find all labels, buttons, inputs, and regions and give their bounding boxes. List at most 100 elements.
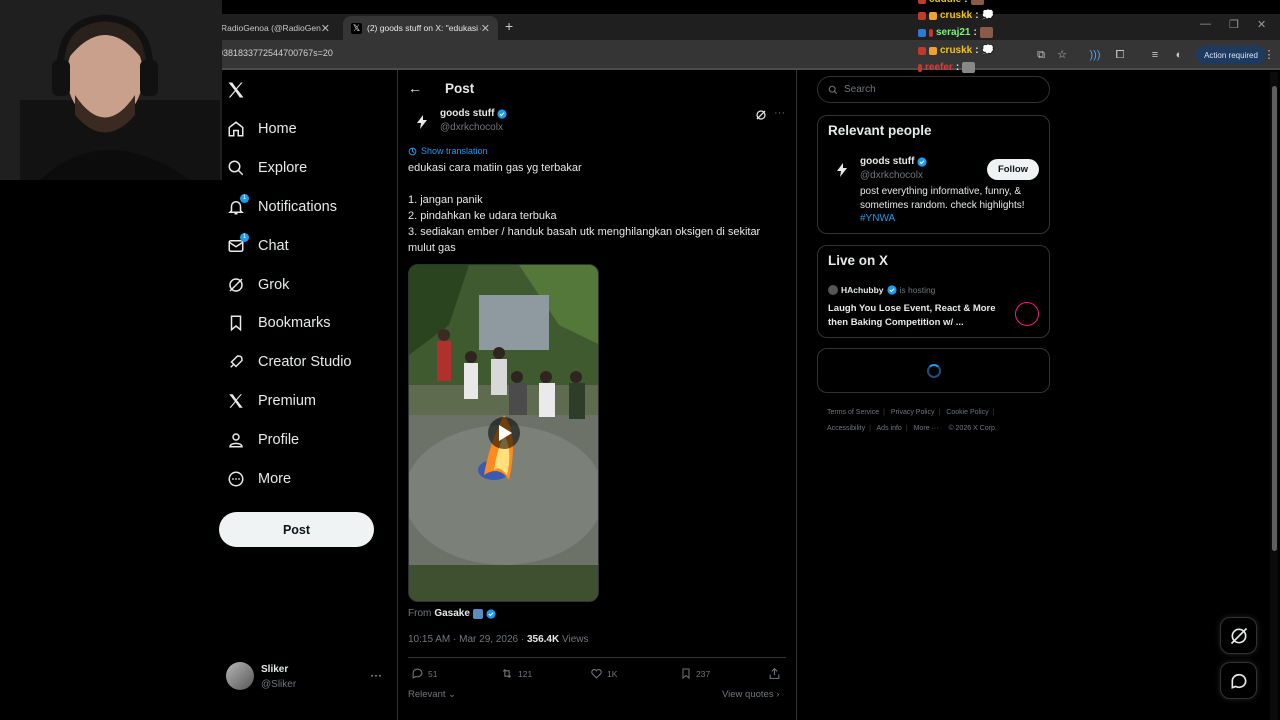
streamer-webcam-image: [0, 0, 222, 180]
live-host[interactable]: HAchubby is hosting: [828, 285, 935, 295]
author-handle[interactable]: @dxrkchocolx: [440, 122, 503, 133]
grok-float-button[interactable]: [1220, 617, 1257, 654]
extensions-icon[interactable]: ⧠: [1113, 48, 1127, 62]
footer-link[interactable]: Ads info: [877, 425, 902, 432]
nav-item-more[interactable]: More: [226, 464, 291, 494]
window-close-icon[interactable]: ✕: [1257, 18, 1266, 31]
browser-tab-radiogenoa[interactable]: RadioGenoa (@RadioGenoa ✕: [213, 16, 338, 40]
account-handle: @Sliker: [261, 679, 297, 690]
nav-item-creator-studio[interactable]: Creator Studio: [226, 347, 352, 377]
chat-badge-icon: [918, 0, 926, 4]
notification-badge: 1: [240, 194, 249, 203]
tab-title: RadioGenoa (@RadioGenoa: [221, 23, 321, 33]
verified-badge-icon: [497, 108, 508, 119]
nav-label: Home: [258, 121, 297, 137]
grok-explain-icon[interactable]: [755, 108, 767, 126]
follow-button[interactable]: Follow: [987, 159, 1039, 180]
profile-avatar-icon[interactable]: ◐: [1172, 48, 1186, 62]
footer-link[interactable]: Cookie Policy: [946, 409, 988, 416]
stream-chat-overlay: cuddle : cruskk : 💭 seraj21 : cruskk : 💭…: [918, 0, 1018, 74]
source-account-name[interactable]: Gasake: [434, 608, 470, 619]
footer-link[interactable]: Privacy Policy: [891, 409, 935, 416]
live-on-x-title: Live on X: [828, 253, 889, 268]
relevant-person-handle[interactable]: @dxrkchocolx: [860, 170, 923, 181]
post-more-icon[interactable]: ···: [774, 107, 785, 119]
relevant-person-avatar[interactable]: [830, 158, 854, 182]
reply-button[interactable]: 51: [411, 667, 437, 680]
browser-menu-icon[interactable]: ⋮: [1262, 48, 1276, 62]
heart-icon: [591, 669, 602, 679]
nav-label: Notifications: [258, 199, 337, 215]
reading-list-icon[interactable]: ≡: [1148, 48, 1162, 62]
author-name[interactable]: goods stuff: [440, 108, 508, 119]
nav-label: Creator Studio: [258, 354, 352, 370]
bookmark-icon: [226, 313, 246, 333]
post-video[interactable]: [408, 264, 599, 602]
nav-item-grok[interactable]: Grok: [226, 270, 289, 300]
chat-message: cruskk : 💭: [918, 10, 994, 21]
nav-item-home[interactable]: Home: [226, 114, 297, 144]
star-bookmark-icon[interactable]: ☆: [1055, 48, 1069, 62]
like-button[interactable]: 1K: [590, 667, 617, 680]
nav-label: Grok: [258, 277, 290, 293]
reply-icon: [412, 668, 423, 679]
restore-icon[interactable]: ❐: [1229, 18, 1239, 31]
post-text: edukasi cara matiin gas yg terbakar 1. j…: [408, 162, 761, 254]
action-required-button[interactable]: Action required: [1196, 46, 1266, 64]
repost-button[interactable]: 121: [500, 667, 532, 680]
views-count: 356.4K: [526, 634, 560, 645]
share-button[interactable]: [768, 667, 781, 680]
nav-item-bookmarks[interactable]: Bookmarks: [226, 308, 331, 338]
nav-item-notifications[interactable]: 1 Notifications: [226, 192, 337, 222]
back-arrow-icon[interactable]: ←: [408, 80, 422, 96]
nav-item-explore[interactable]: Explore: [226, 153, 307, 183]
tab-title: (2) goods stuff on X: "edukasi c: [367, 23, 481, 33]
relevant-person-name[interactable]: goods stuff: [860, 156, 928, 167]
reply-sort-dropdown[interactable]: Relevant ⌄: [408, 689, 456, 700]
address-bar-url[interactable]: 0381833772544700767s=20: [218, 48, 333, 58]
live-space-title[interactable]: Laugh You Lose Event, React & More then …: [828, 302, 1008, 329]
post-timestamp: 10:15 AM · Mar 29, 2026 · 356.4K Views: [408, 634, 589, 645]
search-input[interactable]: Search: [817, 76, 1050, 103]
chat-badge-icon: [929, 46, 937, 55]
scrollbar-thumb[interactable]: [1272, 86, 1277, 551]
nav-label: Bookmarks: [258, 315, 331, 331]
nav-item-premium[interactable]: Premium: [226, 386, 316, 416]
read-aloud-icon[interactable]: ))): [1088, 48, 1102, 62]
share-icon: [769, 667, 780, 679]
search-icon: [226, 158, 246, 178]
browser-tab-active[interactable]: 𝕏 (2) goods stuff on X: "edukasi c ✕: [343, 16, 498, 40]
video-source-attribution[interactable]: From Gasake: [408, 608, 496, 619]
nav-item-chat[interactable]: 1 Chat: [226, 231, 289, 261]
footer-links: Terms of Service | Privacy Policy | Cookie…: [827, 409, 997, 432]
minimize-icon[interactable]: —: [1200, 18, 1211, 30]
view-quotes-link[interactable]: View quotes ›: [722, 689, 779, 700]
bookmark-button[interactable]: 237: [680, 667, 710, 680]
new-tab-button[interactable]: +: [505, 18, 513, 34]
chat-username: reefer: [925, 62, 953, 73]
footer-link[interactable]: Terms of Service: [827, 409, 879, 416]
live-host-avatar-ring[interactable]: [1015, 302, 1039, 326]
footer-link[interactable]: Accessibility: [827, 425, 865, 432]
search-icon: [828, 85, 838, 94]
chat-badge-icon: [918, 46, 926, 55]
chat-emote-icon: 💭: [981, 10, 995, 21]
account-name: Sliker: [261, 664, 289, 675]
close-icon[interactable]: ✕: [481, 22, 490, 35]
account-switcher[interactable]: Sliker @Sliker ···: [226, 662, 386, 692]
author-avatar[interactable]: [410, 110, 434, 134]
show-translation-link[interactable]: Show translation: [408, 146, 488, 156]
x-logo-icon[interactable]: [226, 80, 246, 105]
account-more-icon[interactable]: ···: [370, 668, 382, 682]
hashtag-link[interactable]: #YNWA: [860, 213, 895, 224]
install-app-icon[interactable]: ⧉: [1034, 48, 1048, 62]
chat-message: cruskk : 💭: [918, 45, 994, 56]
post-button[interactable]: Post: [219, 512, 374, 547]
x-favicon-icon: 𝕏: [351, 22, 362, 34]
footer-link[interactable]: More ···: [914, 425, 939, 432]
relevant-person-bio: post everything informative, funny, & so…: [860, 186, 1025, 224]
nav-item-profile[interactable]: Profile: [226, 425, 299, 455]
close-icon[interactable]: ✕: [321, 22, 330, 35]
messages-float-button[interactable]: [1220, 662, 1257, 699]
nav-label: More: [258, 471, 292, 487]
